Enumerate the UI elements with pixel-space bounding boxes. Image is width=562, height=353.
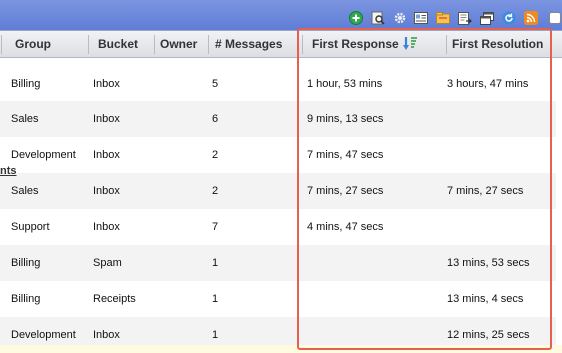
toolbar	[0, 0, 562, 30]
cell-messages: 5	[212, 78, 219, 90]
cell-bucket: Spam	[93, 257, 122, 269]
column-divider	[88, 35, 89, 54]
table-row[interactable]: Billing Inbox 5 1 hour, 53 mins 3 hours,…	[0, 66, 556, 102]
cell-bucket: Inbox	[93, 149, 120, 161]
sort-descending-icon[interactable]	[403, 37, 418, 56]
cell-group: Sales	[11, 113, 39, 125]
cell-messages: 7	[212, 221, 219, 233]
cell-messages: 2	[212, 149, 219, 161]
table-row[interactable]: Sales Inbox 2 7 mins, 27 secs 7 mins, 27…	[0, 173, 556, 209]
cell-messages: 1	[212, 293, 219, 305]
cell-messages: 6	[212, 113, 219, 125]
cell-bucket: Inbox	[93, 185, 120, 197]
cell-bucket: Inbox	[93, 78, 120, 90]
windows-icon[interactable]	[480, 11, 494, 25]
column-divider	[1, 35, 2, 54]
table-header: Group Bucket Owner # Messages First Resp…	[0, 30, 562, 58]
cell-group: Development	[11, 329, 76, 341]
cell-group: Development	[11, 149, 76, 161]
cell-first-resolution: 3 hours, 47 mins	[447, 78, 529, 90]
cell-first-resolution: 7 mins, 27 secs	[447, 185, 524, 197]
column-divider	[154, 35, 155, 54]
cell-group: Billing	[11, 293, 41, 305]
cell-first-response: 4 mins, 47 secs	[307, 221, 384, 233]
column-first-response[interactable]: First Response	[312, 31, 402, 57]
table-row[interactable]: Billing Receipts 1 13 mins, 4 secs	[0, 281, 556, 317]
cell-first-response: 1 hour, 53 mins	[307, 78, 383, 90]
export-icon[interactable]	[458, 11, 472, 25]
cell-group: Billing	[11, 257, 41, 269]
cell-group: Support	[11, 221, 50, 233]
table-row[interactable]: Support Inbox 7 4 mins, 47 secs	[0, 209, 556, 245]
cell-group: Sales	[11, 185, 39, 197]
search-icon[interactable]	[371, 11, 385, 25]
rss-icon[interactable]	[524, 11, 538, 25]
column-owner[interactable]: Owner	[160, 31, 205, 57]
cell-bucket: Inbox	[93, 329, 120, 341]
cell-first-resolution: 12 mins, 25 secs	[447, 329, 530, 341]
folder-icon[interactable]	[436, 11, 450, 25]
cell-first-resolution: 13 mins, 53 secs	[447, 257, 530, 269]
column-divider	[446, 35, 447, 54]
column-divider	[302, 35, 303, 54]
cell-bucket: Receipts	[93, 293, 136, 305]
cell-messages: 2	[212, 185, 219, 197]
column-messages[interactable]: # Messages	[215, 31, 295, 57]
card-icon[interactable]	[414, 11, 428, 25]
table-row[interactable]: Development Inbox 2 7 mins, 47 secs	[0, 137, 556, 173]
table-row[interactable]: Billing Spam 1 13 mins, 53 secs	[0, 245, 556, 281]
column-divider	[208, 35, 209, 54]
cell-first-resolution: 13 mins, 4 secs	[447, 293, 524, 305]
column-bucket[interactable]: Bucket	[98, 31, 150, 57]
cell-first-response: 9 mins, 13 secs	[307, 113, 384, 125]
cell-bucket: Inbox	[93, 113, 120, 125]
gear-icon[interactable]	[393, 11, 407, 25]
cell-bucket: Inbox	[93, 221, 120, 233]
cell-first-response: 7 mins, 27 secs	[307, 185, 384, 197]
cell-messages: 1	[212, 257, 219, 269]
add-icon[interactable]	[349, 11, 363, 25]
footer-strip	[0, 345, 562, 353]
column-group[interactable]: Group	[15, 31, 85, 57]
column-first-resolution[interactable]: First Resolution	[452, 31, 556, 57]
checkbox-icon[interactable]	[548, 11, 562, 25]
cell-group: Billing	[11, 78, 41, 90]
table-row[interactable]: Sales Inbox 6 9 mins, 13 secs	[0, 101, 556, 137]
cell-first-response: 7 mins, 47 secs	[307, 149, 384, 161]
cell-messages: 1	[212, 329, 219, 341]
section-label[interactable]: nts	[0, 165, 17, 177]
refresh-icon[interactable]	[502, 11, 516, 25]
